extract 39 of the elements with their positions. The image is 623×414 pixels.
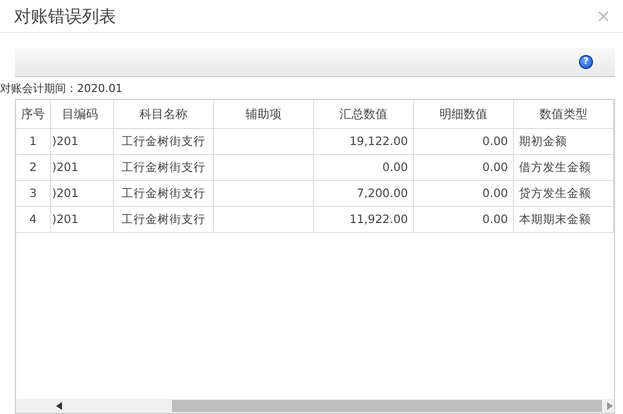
table-cell: 0.00 [414,207,514,232]
table-cell: 1 [16,129,51,154]
table-cell: )201 [51,129,114,154]
table-cell: 工行金树街支行 [114,155,214,180]
column-header: 序号 [16,100,51,128]
table-cell: )201 [51,181,114,206]
table-cell: 本期期末金额 [514,207,614,232]
table-cell: 工行金树街支行 [114,207,214,232]
scroll-left-icon[interactable] [56,402,62,410]
column-header: 科目名称 [114,100,214,128]
table-cell: 0.00 [414,155,514,180]
table-cell: 2 [16,155,51,180]
close-button[interactable]: × [596,6,611,26]
table-cell: 借方发生金额 [514,155,614,180]
table-cell: )201 [51,207,114,232]
table-cell: 工行金树街支行 [114,181,214,206]
column-header: 数值类型 [514,100,614,128]
column-header: 明细数值 [414,100,514,128]
table-cell: )201 [51,155,114,180]
table-cell: 3 [16,181,51,206]
table-cell: 0.00 [314,155,414,180]
table-cell: 0.00 [414,181,514,206]
column-header: 目编码 [51,100,114,128]
period-label: 对账会计期间：2020.01 [0,81,124,97]
table-cell: 0.00 [414,129,514,154]
table-cell: 11,922.00 [314,207,414,232]
table-cell: 19,122.00 [314,129,414,154]
table-cell: 贷方发生金额 [514,181,614,206]
help-button[interactable]: ? [579,55,593,69]
column-header: 辅助项 [214,100,314,128]
scroll-right-icon[interactable] [607,402,613,410]
horizontal-scrollbar[interactable] [16,399,614,413]
table-cell: 4 [16,207,51,232]
table-cell: 7,200.00 [314,181,414,206]
table-cell: 期初金额 [514,129,614,154]
scrollbar-thumb[interactable] [172,400,602,412]
window-title: 对账错误列表 [14,6,116,28]
column-header: 汇总数值 [314,100,414,128]
table-cell: 工行金树街支行 [114,129,214,154]
